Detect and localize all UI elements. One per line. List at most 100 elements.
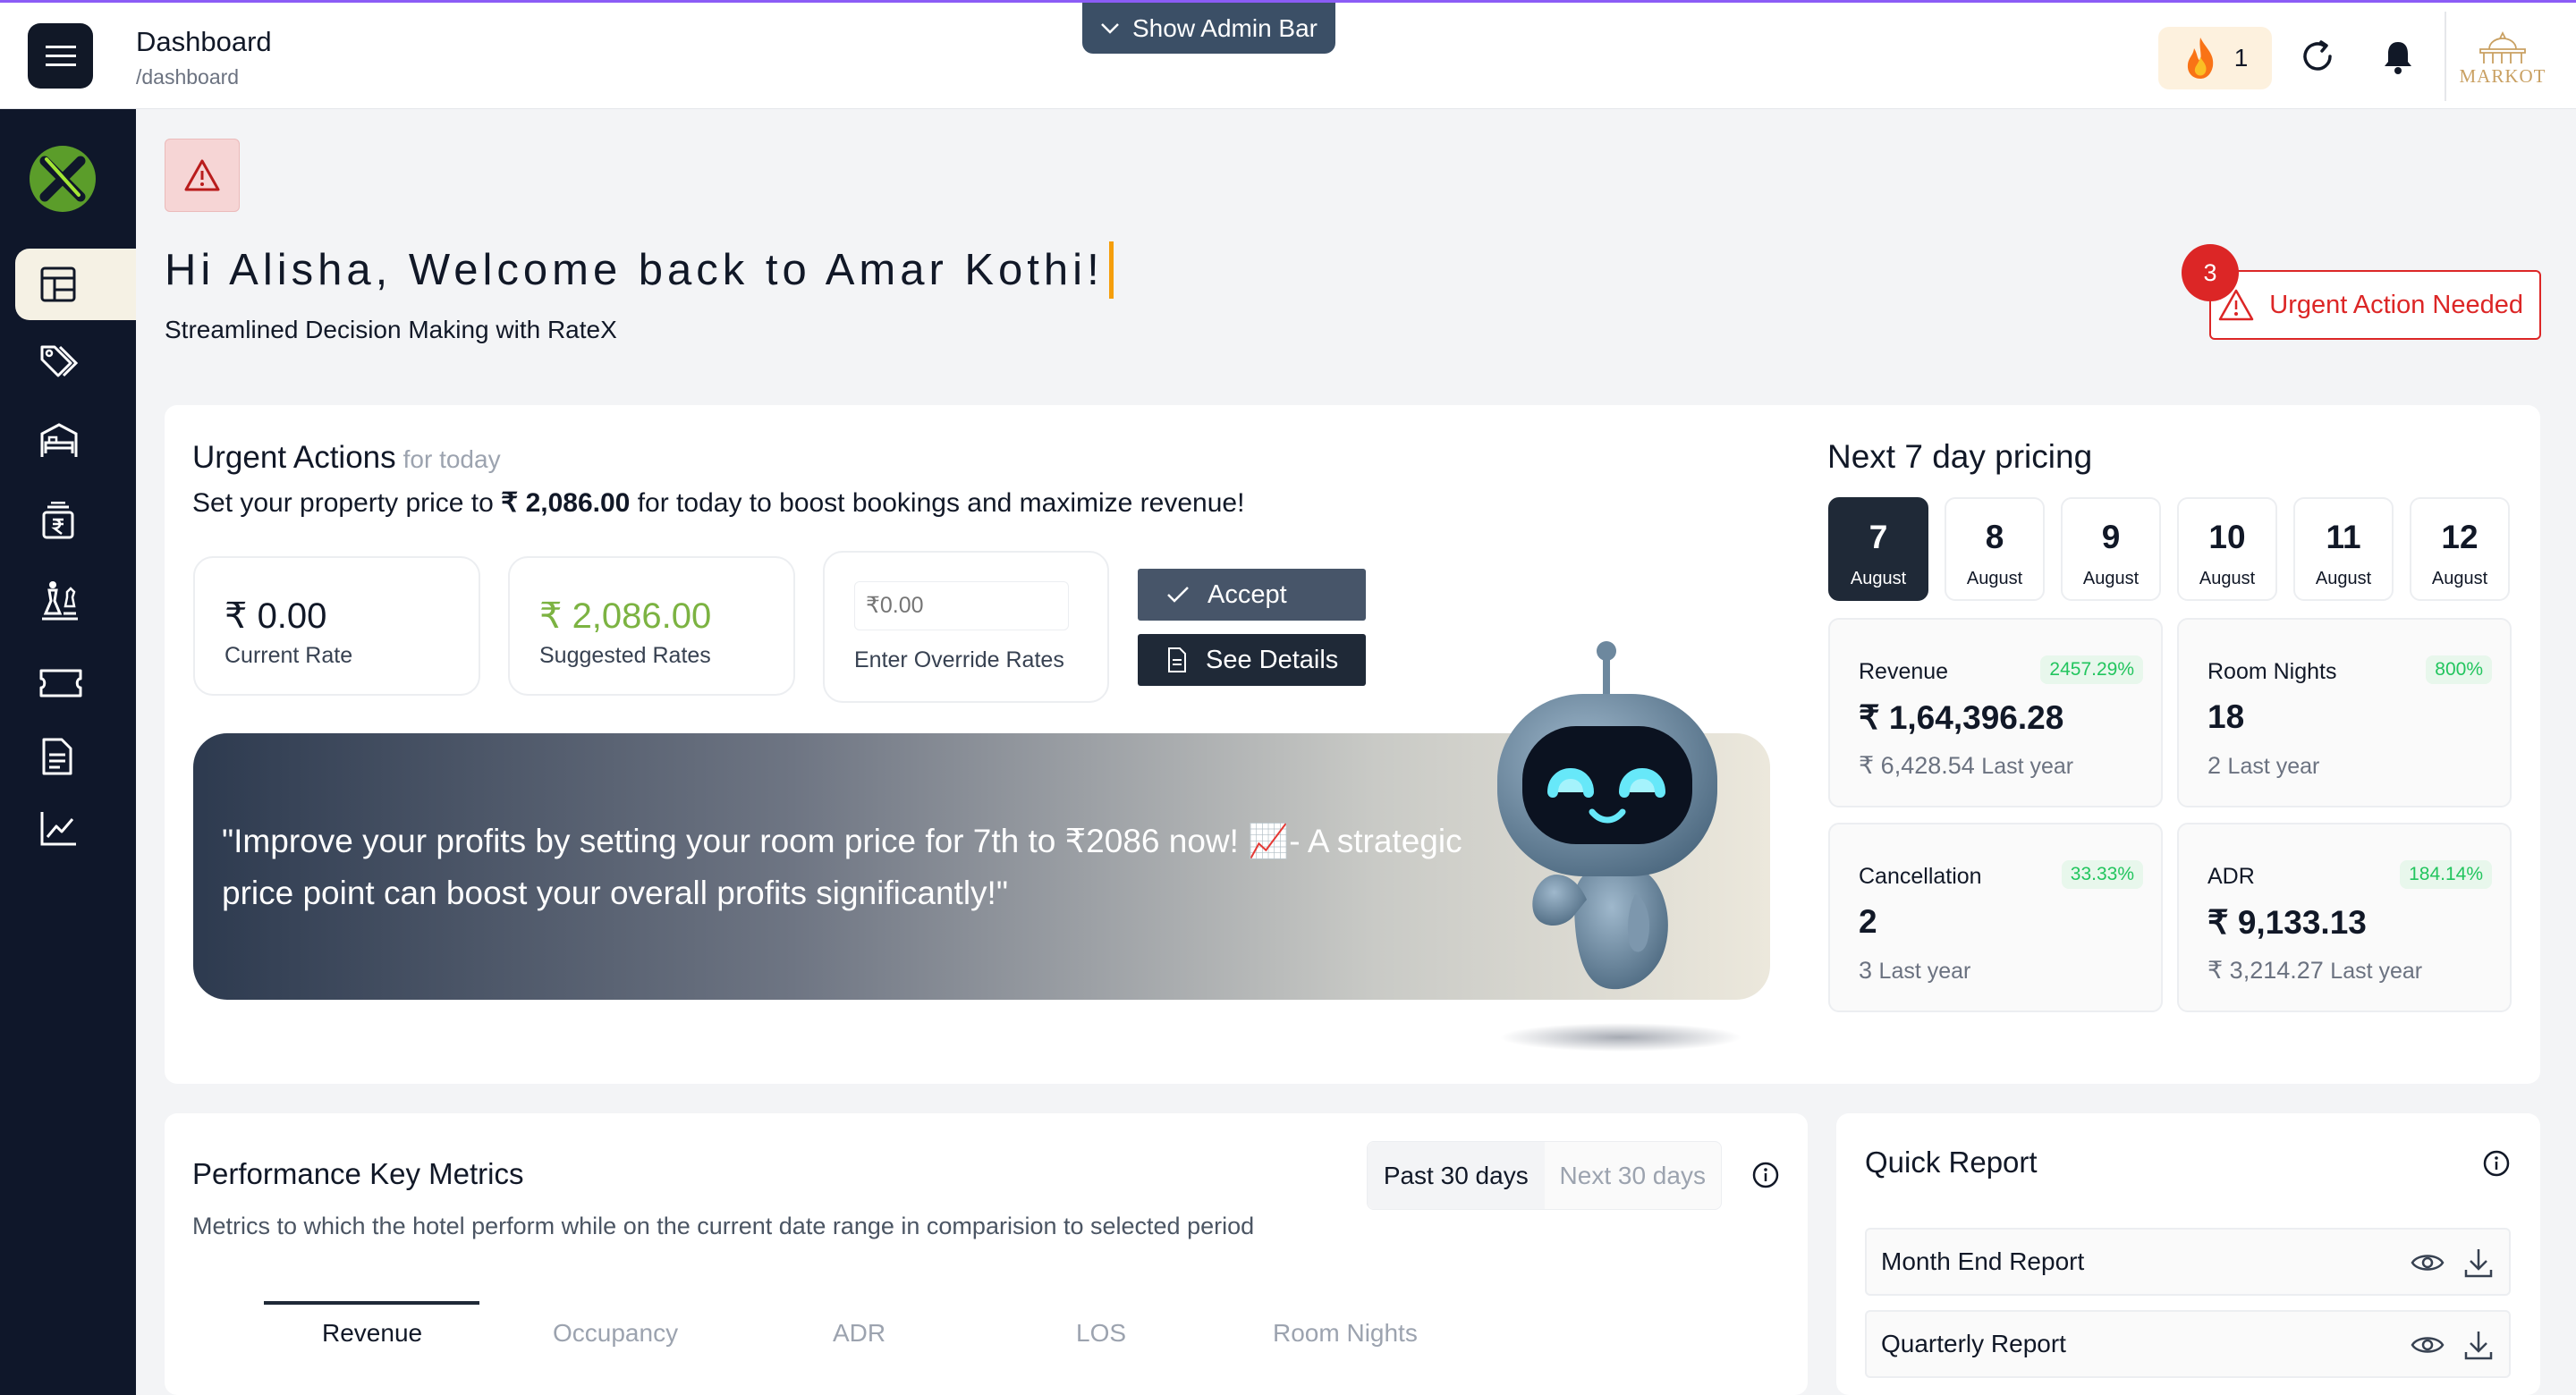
tab-occupancy[interactable]: Occupancy: [553, 1319, 678, 1348]
streak-count: 1: [2233, 44, 2249, 72]
hotel-logo-text: MARKOT: [2459, 64, 2546, 87]
day-month: August: [2199, 569, 2256, 588]
fire-icon: [2187, 38, 2213, 79]
streak-badge[interactable]: 1: [2158, 27, 2272, 89]
price-recommendation-prefix: Set your property price to: [192, 488, 502, 518]
stat-last-year: ₹ 3,214.27 Last year: [2207, 957, 2422, 985]
refresh-button[interactable]: [2298, 37, 2337, 76]
ratex-logo-icon: [30, 146, 96, 212]
range-past-30-button[interactable]: Past 30 days: [1368, 1142, 1545, 1209]
day-card[interactable]: 10 August: [2177, 497, 2277, 601]
suggested-rate-value: ₹ 2,086.00: [539, 596, 712, 636]
breadcrumb: /dashboard: [136, 65, 240, 89]
stat-last-label: Last year: [2330, 959, 2423, 984]
sidebar-item-rooms[interactable]: [15, 405, 136, 477]
stat-last-label: Last year: [1981, 754, 2074, 779]
quick-report-info-button[interactable]: [2482, 1149, 2511, 1178]
notifications-button[interactable]: [2380, 38, 2416, 76]
sidebar-item-tickets[interactable]: [15, 647, 136, 719]
tab-adr[interactable]: ADR: [833, 1319, 886, 1348]
sidebar-item-reports[interactable]: [15, 721, 136, 792]
price-recommendation: Set your property price to ₹ 2,086.00 fo…: [192, 487, 1244, 519]
download-icon[interactable]: [2463, 1329, 2494, 1361]
report-row[interactable]: Quarterly Report: [1865, 1310, 2511, 1378]
day-number: 8: [1985, 519, 2004, 555]
performance-description: Metrics to which the hotel perform while…: [192, 1213, 1255, 1239]
stat-change: 33.33%: [2061, 860, 2143, 889]
range-next-30-button[interactable]: Next 30 days: [1545, 1142, 1722, 1209]
warning-tile[interactable]: [165, 139, 240, 212]
sidebar-item-analytics[interactable]: [15, 792, 136, 864]
day-number: 9: [2101, 519, 2121, 555]
hamburger-icon: [45, 45, 76, 66]
urgent-action-button[interactable]: Urgent Action Needed: [2209, 270, 2541, 340]
urgent-action-label: Urgent Action Needed: [2269, 290, 2523, 319]
welcome-heading: Hi Alisha, Welcome back to Amar Kothi!: [165, 241, 1114, 299]
override-rate-label: Enter Override Rates: [854, 647, 1064, 672]
eye-icon[interactable]: [2411, 1250, 2445, 1275]
day-number: 10: [2208, 519, 2246, 555]
suggested-rate-box: ₹ 2,086.00 Suggested Rates: [508, 556, 795, 696]
current-rate-label: Current Rate: [225, 643, 353, 668]
chess-icon: [42, 581, 78, 621]
check-icon: [1167, 587, 1189, 603]
day-number: 12: [2441, 519, 2479, 555]
current-rate-box: ₹ 0.00 Current Rate: [193, 556, 480, 696]
see-details-button[interactable]: See Details: [1138, 634, 1366, 686]
stat-label: Room Nights: [2207, 659, 2337, 684]
stat-value: 2: [1859, 903, 1877, 940]
bell-icon: [2385, 42, 2411, 74]
accept-button[interactable]: Accept: [1138, 569, 1366, 621]
day-card[interactable]: 11 August: [2293, 497, 2394, 601]
tab-room-nights[interactable]: Room Nights: [1273, 1319, 1418, 1348]
stat-value: 18: [2207, 698, 2245, 735]
warning-icon: [184, 159, 220, 191]
stat-last-year: 2 Last year: [2207, 752, 2319, 780]
layout-icon: [40, 266, 76, 302]
document-icon: [42, 738, 72, 775]
sidebar-item-rates[interactable]: [15, 486, 136, 557]
day-card[interactable]: 7 August: [1828, 497, 1928, 601]
welcome-subheading: Streamlined Decision Making with RateX: [165, 316, 617, 343]
eye-icon[interactable]: [2411, 1332, 2445, 1357]
urgent-count-badge: 3: [2182, 244, 2239, 301]
price-recommendation-price: ₹ 2,086.00: [501, 488, 631, 518]
performance-info-button[interactable]: [1751, 1161, 1780, 1189]
refresh-icon: [2303, 40, 2332, 71]
room-nights-stat-card: Room Nights 800% 18 2 Last year: [2177, 618, 2512, 807]
next7-title: Next 7 day pricing: [1827, 438, 2093, 475]
stat-last-label: Last year: [2227, 754, 2320, 779]
sidebar-item-dashboard[interactable]: [15, 249, 136, 320]
sidebar-item-pricing[interactable]: [15, 326, 136, 397]
palace-icon: [2479, 30, 2526, 63]
tab-los[interactable]: LOS: [1076, 1319, 1126, 1348]
override-rate-box: Enter Override Rates: [823, 551, 1109, 703]
report-name: Quarterly Report: [1881, 1330, 2066, 1357]
stat-change: 184.14%: [2400, 860, 2492, 889]
bed-icon: [40, 423, 78, 457]
stat-last-value: 3: [1859, 957, 1873, 984]
top-bar: Dashboard /dashboard Show Admin Bar 1 MA…: [0, 0, 2576, 109]
urgent-actions-subtitle: for today: [402, 445, 501, 473]
stat-value: ₹ 1,64,396.28: [1859, 699, 2064, 736]
show-admin-bar-button[interactable]: Show Admin Bar: [1082, 3, 1335, 54]
tags-icon: [40, 345, 78, 377]
stat-last-year: 3 Last year: [1859, 957, 1970, 985]
adr-stat-card: ADR 184.14% ₹ 9,133.13 ₹ 3,214.27 Last y…: [2177, 823, 2512, 1012]
ratex-logo[interactable]: [27, 143, 98, 215]
tab-revenue[interactable]: Revenue: [322, 1319, 422, 1348]
urgent-actions-title: Urgent Actions for today: [192, 440, 501, 476]
brand-divider: [2445, 12, 2446, 101]
performance-title: Performance Key Metrics: [192, 1157, 524, 1190]
menu-toggle-button[interactable]: [28, 23, 93, 89]
stat-label: Revenue: [1859, 659, 1949, 684]
override-rate-input[interactable]: [854, 581, 1069, 630]
download-icon[interactable]: [2463, 1247, 2494, 1279]
day-card[interactable]: 12 August: [2410, 497, 2510, 601]
see-details-label: See Details: [1206, 645, 1339, 674]
day-card[interactable]: 8 August: [1945, 497, 2045, 601]
robot-mascot: [1467, 633, 1753, 1053]
sidebar-item-competitors[interactable]: [15, 565, 136, 637]
report-row[interactable]: Month End Report: [1865, 1228, 2511, 1296]
day-card[interactable]: 9 August: [2061, 497, 2161, 601]
